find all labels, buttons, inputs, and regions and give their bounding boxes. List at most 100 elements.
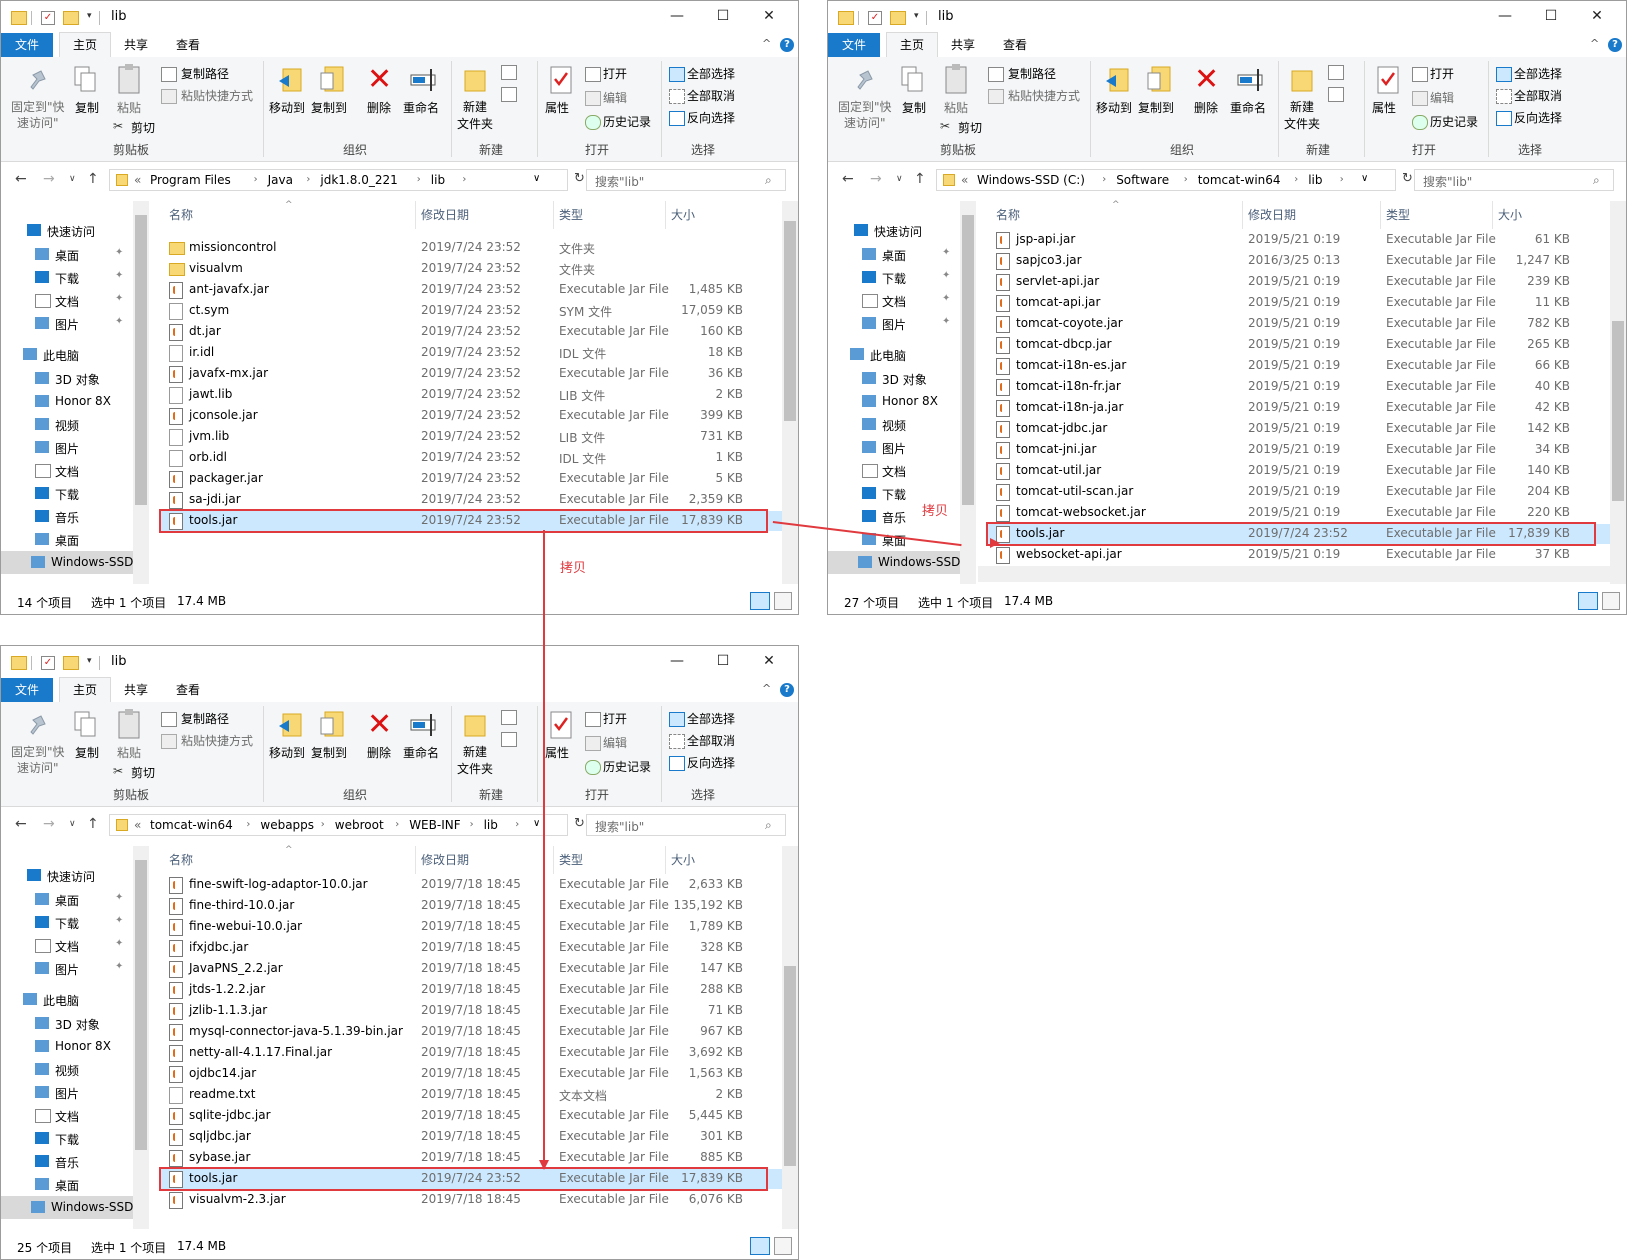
paste-shortcut-button[interactable]: 粘贴快捷方式: [181, 732, 253, 749]
file-row[interactable]: fine-third-10.0.jar 2019/7/18 18:45 Execut…: [161, 896, 782, 916]
new-folder-quick-icon[interactable]: [63, 656, 79, 670]
breadcrumb-separator-icon[interactable]: ›: [321, 819, 325, 830]
breadcrumb-item[interactable]: webroot: [335, 818, 384, 832]
nav-item[interactable]: 桌面: [1, 1173, 133, 1196]
new-folder-quick-icon[interactable]: [63, 11, 79, 25]
breadcrumb-item[interactable]: webapps: [260, 818, 314, 832]
refresh-icon[interactable]: ↻: [574, 171, 585, 186]
nav-item[interactable]: 图片 ✦: [1, 312, 133, 335]
copy-button[interactable]: 复制: [902, 99, 926, 116]
file-row[interactable]: missioncontrol 2019/7/24 23:52 文件夹: [161, 238, 782, 258]
properties-button[interactable]: 属性: [545, 744, 569, 761]
collapse-ribbon-icon[interactable]: ^: [762, 37, 771, 50]
file-row[interactable]: websocket-api.jar 2019/5/21 0:19 Executabl…: [988, 545, 1610, 565]
breadcrumb-item[interactable]: Java: [268, 173, 293, 187]
breadcrumb-separator-icon[interactable]: ›: [1184, 174, 1188, 185]
copy-button[interactable]: 复制: [75, 99, 99, 116]
tab-share[interactable]: 共享: [940, 33, 986, 57]
nav-item[interactable]: Honor 8X: [828, 390, 960, 413]
rename-button[interactable]: 重命名: [1230, 99, 1266, 116]
breadcrumb-separator-icon[interactable]: ›: [306, 174, 310, 185]
tab-file[interactable]: 文件: [828, 33, 880, 57]
file-list-scrollbar-thumb[interactable]: [784, 966, 796, 1166]
file-row[interactable]: fine-webui-10.0.jar 2019/7/18 18:45 Execut…: [161, 917, 782, 937]
search-input[interactable]: 搜索"lib" ⌕: [586, 814, 786, 836]
breadcrumb-separator-icon[interactable]: ›: [1340, 174, 1344, 185]
tab-home[interactable]: 主页: [886, 32, 938, 57]
file-row[interactable]: mysql-connector-java-5.1.39-bin.jar 2019/…: [161, 1022, 782, 1042]
maximize-button[interactable]: ☐: [700, 646, 746, 678]
select-none-button[interactable]: 全部取消: [687, 732, 735, 749]
address-bar[interactable]: « Program Files › Java › jdk1.8.0_221 › lib › ∨: [109, 169, 568, 191]
breadcrumb-overflow-icon[interactable]: «: [961, 173, 968, 187]
copy-path-button[interactable]: 复制路径: [1008, 65, 1056, 82]
breadcrumb-item[interactable]: lib: [1308, 173, 1322, 187]
nav-item[interactable]: 下载 ✦: [828, 266, 960, 289]
nav-scrollbar-thumb[interactable]: [962, 215, 974, 505]
breadcrumb-item[interactable]: tomcat-win64: [1198, 173, 1281, 187]
new-item-icon[interactable]: [501, 65, 517, 80]
large-icons-view-icon[interactable]: [774, 1237, 792, 1255]
file-row[interactable]: fine-swift-log-adaptor-10.0.jar 2019/7/18…: [161, 875, 782, 895]
file-row[interactable]: dt.jar 2019/7/24 23:52 Executable Jar File…: [161, 322, 782, 342]
nav-item[interactable]: 桌面 ✦: [1, 243, 133, 266]
breadcrumb-separator-icon[interactable]: ›: [254, 174, 258, 185]
file-row[interactable]: tomcat-i18n-fr.jar 2019/5/21 0:19 Executab…: [988, 377, 1610, 397]
horizontal-scrollbar[interactable]: [978, 566, 1610, 582]
new-item-icon[interactable]: [1328, 65, 1344, 80]
file-row[interactable]: jsp-api.jar 2019/5/21 0:19 Executable Jar …: [988, 230, 1610, 250]
breadcrumb-item[interactable]: lib: [484, 818, 498, 832]
maximize-button[interactable]: ☐: [700, 1, 746, 33]
customize-quick-access-icon[interactable]: ▾: [87, 656, 92, 672]
up-icon[interactable]: ↑: [87, 171, 99, 187]
search-icon[interactable]: ⌕: [765, 173, 772, 188]
history-button[interactable]: 历史记录: [603, 113, 651, 130]
up-icon[interactable]: ↑: [87, 816, 99, 832]
breadcrumb-separator-icon[interactable]: ›: [470, 819, 474, 830]
file-row[interactable]: visualvm 2019/7/24 23:52 文件夹: [161, 259, 782, 279]
forward-icon[interactable]: →: [43, 816, 55, 832]
file-row[interactable]: jtds-1.2.2.jar 2019/7/18 18:45 Executable …: [161, 980, 782, 1000]
search-input[interactable]: 搜索"lib" ⌕: [1414, 169, 1614, 191]
address-dropdown-icon[interactable]: ∨: [1361, 173, 1368, 184]
details-view-icon[interactable]: [750, 592, 770, 610]
maximize-button[interactable]: ☐: [1528, 1, 1574, 33]
file-row[interactable]: tomcat-dbcp.jar 2019/5/21 0:19 Executable …: [988, 335, 1610, 355]
breadcrumb-item[interactable]: Windows-SSD (C:): [977, 173, 1085, 187]
properties-quick-icon[interactable]: ✓: [868, 11, 882, 25]
copy-path-button[interactable]: 复制路径: [181, 65, 229, 82]
file-row[interactable]: servlet-api.jar 2019/5/21 0:19 Executable …: [988, 272, 1610, 292]
history-button[interactable]: 历史记录: [1430, 113, 1478, 130]
select-none-button[interactable]: 全部取消: [687, 87, 735, 104]
file-row[interactable]: ir.idl 2019/7/24 23:52 IDL 文件 18 KB: [161, 343, 782, 363]
pin-quick-access-button[interactable]: 固定到"快 速访问": [838, 99, 892, 131]
nav-item[interactable]: 图片: [1, 1081, 133, 1104]
nav-item[interactable]: 文档: [1, 459, 133, 482]
customize-quick-access-icon[interactable]: ▾: [87, 11, 92, 27]
nav-item[interactable]: 桌面: [1, 528, 133, 551]
nav-scrollbar[interactable]: [960, 201, 976, 584]
nav-item[interactable]: 文档 ✦: [828, 289, 960, 312]
nav-scrollbar[interactable]: [133, 201, 149, 584]
cut-button[interactable]: 剪切: [131, 119, 155, 136]
copy-path-button[interactable]: 复制路径: [181, 710, 229, 727]
properties-quick-icon[interactable]: ✓: [41, 11, 55, 25]
paste-button[interactable]: 粘贴: [944, 99, 968, 116]
easy-access-icon[interactable]: [501, 87, 517, 102]
recent-locations-icon[interactable]: ∨: [896, 174, 903, 184]
file-list-scrollbar[interactable]: [782, 846, 798, 1229]
cut-button[interactable]: 剪切: [131, 764, 155, 781]
tab-file[interactable]: 文件: [1, 33, 53, 57]
nav-item[interactable]: Honor 8X: [1, 1035, 133, 1058]
select-all-button[interactable]: 全部选择: [687, 65, 735, 82]
nav-item[interactable]: Windows-SSD: [828, 551, 960, 574]
nav-item[interactable]: 下载 ✦: [1, 911, 133, 934]
invert-selection-button[interactable]: 反向选择: [1514, 109, 1562, 126]
nav-item[interactable]: 下载 ✦: [1, 266, 133, 289]
nav-item[interactable]: 此电脑: [1, 343, 133, 366]
history-button[interactable]: 历史记录: [603, 758, 651, 775]
file-row[interactable]: tomcat-jdbc.jar 2019/5/21 0:19 Executable …: [988, 419, 1610, 439]
pin-quick-access-button[interactable]: 固定到"快 速访问": [11, 744, 65, 776]
breadcrumb-separator-icon[interactable]: ›: [1294, 174, 1298, 185]
nav-item[interactable]: 快速访问: [828, 219, 960, 242]
